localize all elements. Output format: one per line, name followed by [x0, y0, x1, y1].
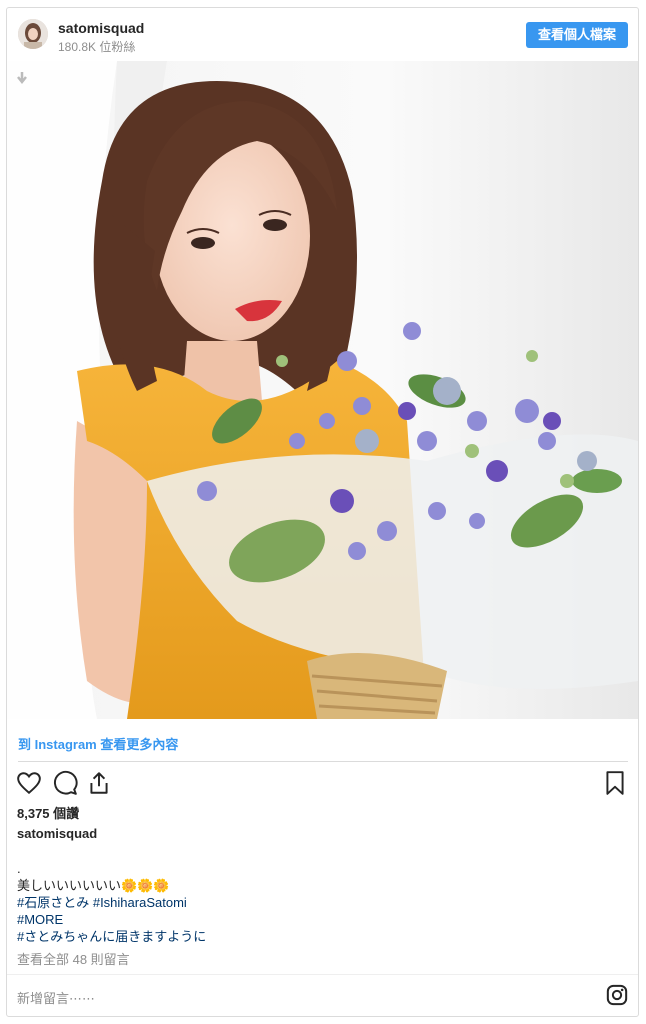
caption-text: . 美しいいいいいい🌼🌼🌼 #石原さとみ #IshiharaSatomi #MO…: [17, 860, 206, 945]
download-arrow-icon: [16, 71, 28, 90]
caption-line: .: [17, 861, 21, 876]
instagram-logo-icon[interactable]: [606, 984, 628, 1006]
heart-icon[interactable]: [16, 770, 42, 796]
avatar[interactable]: [18, 19, 48, 49]
action-bar: [7, 770, 638, 800]
post-header: satomisquad 180.8K 位粉絲 查看個人檔案: [7, 8, 638, 62]
caption-username[interactable]: satomisquad: [17, 826, 97, 841]
caption-hashtags[interactable]: #石原さとみ #IshiharaSatomi: [17, 894, 206, 911]
view-profile-button[interactable]: 查看個人檔案: [526, 22, 628, 48]
caption-hashtag-more[interactable]: #MORE: [17, 911, 206, 928]
like-count[interactable]: 8,375 個讚: [17, 803, 79, 822]
follower-count: 180.8K 位粉絲: [58, 40, 136, 54]
post-photo[interactable]: [7, 61, 638, 719]
caption-line: 美しいいいいいい🌼🌼🌼: [17, 878, 170, 893]
view-more-on-instagram-link[interactable]: 到 Instagram 查看更多內容: [18, 734, 178, 753]
divider: [18, 761, 628, 762]
bookmark-icon[interactable]: [602, 770, 628, 796]
comment-icon[interactable]: [52, 770, 78, 796]
caption-hashtag-wish[interactable]: #さとみちゃんに届きますように: [17, 928, 206, 945]
username[interactable]: satomisquad: [58, 20, 144, 36]
view-all-comments-link[interactable]: 查看全部 48 則留言: [17, 949, 130, 968]
add-comment-input[interactable]: 新增留言⋯⋯: [17, 988, 95, 1007]
share-icon[interactable]: [86, 770, 112, 796]
divider: [7, 974, 638, 975]
instagram-embed-card: satomisquad 180.8K 位粉絲 查看個人檔案 到 Instagra…: [6, 7, 639, 1017]
